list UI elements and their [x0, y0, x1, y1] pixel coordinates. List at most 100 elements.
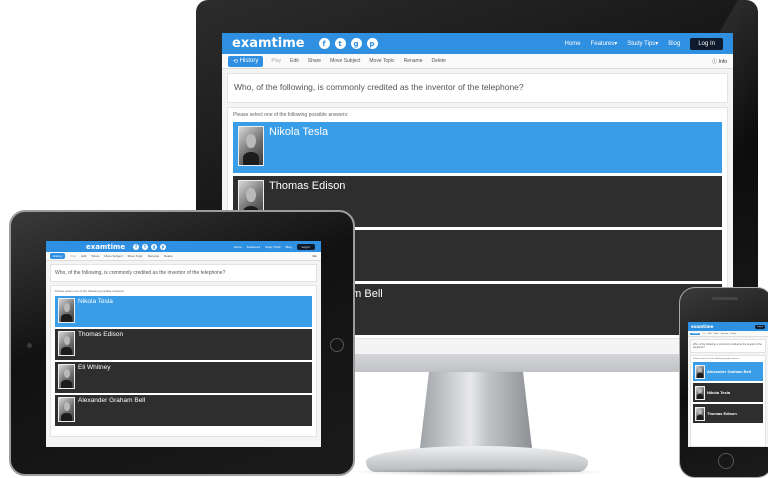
- answer-option-nikola-tesla[interactable]: Nikola Tesla: [233, 122, 722, 173]
- answers-prompt: Please select one of the following possi…: [693, 358, 740, 360]
- tablet-camera: [27, 343, 32, 348]
- answer-label: Thomas Edison: [78, 331, 124, 338]
- monitor-shadow: [350, 468, 610, 476]
- delete-button[interactable]: Delete: [431, 58, 445, 64]
- rename-button[interactable]: Rename: [404, 58, 423, 64]
- edit-button[interactable]: Edit: [708, 333, 711, 335]
- info-button[interactable]: Info: [312, 254, 317, 258]
- question-text: Who, of the following, is commonly credi…: [227, 73, 728, 103]
- answer-label: Thomas Edison: [269, 180, 346, 192]
- google-plus-icon[interactable]: g: [151, 243, 158, 250]
- twitter-icon[interactable]: t: [142, 243, 149, 250]
- play-button[interactable]: Play: [702, 333, 706, 335]
- edit-button[interactable]: Edit: [81, 254, 86, 258]
- examtime-logo[interactable]: examtime: [691, 324, 713, 329]
- pinterest-icon[interactable]: p: [160, 243, 167, 250]
- portrait-image: [695, 385, 705, 400]
- answer-option-thomas-edison[interactable]: Thomas Edison: [693, 404, 763, 423]
- portrait-image: [58, 397, 75, 422]
- top-nav: examtime f t g p Home Features▾ Study Ti…: [222, 33, 733, 54]
- login-button[interactable]: Log In: [755, 324, 765, 329]
- google-plus-icon[interactable]: g: [350, 38, 362, 49]
- portrait-image: [695, 406, 705, 421]
- history-label: History: [53, 254, 63, 258]
- social-links: f t g p: [133, 243, 169, 250]
- history-button[interactable]: ⟲ History: [228, 55, 264, 67]
- history-label: History: [239, 58, 259, 64]
- answer-option-alexander-graham-bell[interactable]: Alexander Graham Bell: [693, 362, 763, 381]
- login-button[interactable]: Log In: [296, 243, 315, 250]
- delete-button[interactable]: Delete: [730, 333, 736, 335]
- nav-link-blog[interactable]: Blog: [668, 41, 680, 47]
- pinterest-icon[interactable]: p: [366, 38, 378, 49]
- info-label: Info: [718, 58, 727, 65]
- share-button[interactable]: Share: [308, 58, 321, 64]
- edit-button[interactable]: Edit: [290, 58, 299, 64]
- facebook-icon[interactable]: f: [318, 38, 330, 49]
- login-button[interactable]: Log In: [690, 37, 723, 50]
- move-subject-button[interactable]: Move Subject: [104, 254, 122, 258]
- phone-screen: examtime Log In History Play Edit Share …: [688, 322, 768, 447]
- monitor-stand-neck: [420, 372, 532, 448]
- phone-home-button[interactable]: [718, 453, 734, 469]
- question-text: Who, of the following, is commonly credi…: [50, 264, 317, 282]
- share-button[interactable]: Share: [714, 333, 719, 335]
- portrait-image: [695, 364, 705, 379]
- answer-option-nikola-tesla[interactable]: Nikola Tesla: [693, 383, 763, 402]
- quiz-toolbar: ⟲ History Play Edit Share Move Subject M…: [222, 54, 733, 69]
- answers-prompt: Please select one of the following possi…: [55, 289, 125, 293]
- move-subject-button[interactable]: Move Subject: [330, 58, 360, 64]
- play-button[interactable]: Play: [271, 58, 281, 64]
- history-button[interactable]: History: [50, 253, 66, 259]
- quiz-toolbar: History Play Edit Share Rename Delete: [688, 331, 768, 337]
- answer-label: Alexander Graham Bell: [707, 369, 752, 374]
- move-topic-button[interactable]: Move Topic: [128, 254, 143, 258]
- answers-panel: Please select one of the following possi…: [50, 285, 317, 437]
- nav-link-blog[interactable]: Blog: [286, 245, 292, 249]
- play-button[interactable]: Play: [70, 254, 76, 258]
- answer-option-nikola-tesla[interactable]: Nikola Tesla: [55, 296, 312, 327]
- info-icon: ⓘ: [712, 58, 718, 65]
- answer-label: Nikola Tesla: [269, 126, 329, 138]
- nav-link-home[interactable]: Home: [234, 245, 242, 249]
- answer-label: Eli Whitney: [78, 364, 111, 371]
- history-button[interactable]: History: [690, 332, 701, 335]
- answer-label: Thomas Edison: [707, 411, 737, 416]
- answer-option-thomas-edison[interactable]: Thomas Edison: [55, 329, 312, 360]
- answers-panel: Please select one of the following possi…: [690, 355, 766, 447]
- answer-option-eli-whitney[interactable]: Eli Whitney: [55, 362, 312, 393]
- share-button[interactable]: Share: [91, 254, 99, 258]
- answer-label: Alexander Graham Bell: [78, 397, 146, 404]
- examtime-logo[interactable]: examtime: [86, 243, 125, 251]
- facebook-icon[interactable]: f: [133, 243, 140, 250]
- answer-label: Nikola Tesla: [707, 390, 731, 395]
- tablet-home-button[interactable]: [330, 338, 344, 352]
- answer-label: Nikola Tesla: [78, 298, 113, 305]
- phone-speaker: [712, 297, 738, 300]
- nav-link-study-tips[interactable]: Study Tips▾: [265, 245, 281, 249]
- question-text: Who, of the following, is commonly credi…: [690, 339, 766, 353]
- social-links: f t g p: [318, 38, 383, 49]
- move-topic-button[interactable]: Move Topic: [369, 58, 394, 64]
- delete-button[interactable]: Delete: [164, 254, 173, 258]
- portrait-image: [58, 331, 75, 356]
- nav-links: Home Features▾ Study Tips▾ Blog Log In: [555, 37, 723, 50]
- info-button[interactable]: ⓘ Info: [712, 58, 727, 65]
- top-nav: examtime f t g p Home Features▾ Study Ti…: [46, 241, 321, 252]
- nav-link-home[interactable]: Home: [565, 41, 581, 47]
- answers-prompt: Please select one of the following possi…: [233, 112, 349, 118]
- history-icon: ⟲: [233, 58, 240, 65]
- portrait-image: [58, 298, 75, 323]
- tablet-screen: examtime f t g p Home Features▾ Study Ti…: [46, 241, 321, 447]
- nav-link-features[interactable]: Features▾: [247, 245, 260, 249]
- quiz-toolbar: History Play Edit Share Move Subject Mov…: [46, 252, 321, 261]
- nav-link-features[interactable]: Features▾: [591, 40, 618, 47]
- portrait-image: [58, 364, 75, 389]
- examtime-logo[interactable]: examtime: [232, 36, 305, 51]
- nav-link-study-tips[interactable]: Study Tips▾: [627, 40, 658, 47]
- twitter-icon[interactable]: t: [334, 38, 346, 49]
- nav-links: Home Features▾ Study Tips▾ Blog Log In: [229, 243, 315, 250]
- rename-button[interactable]: Rename: [721, 333, 729, 335]
- rename-button[interactable]: Rename: [148, 254, 159, 258]
- answer-option-alexander-graham-bell[interactable]: Alexander Graham Bell: [55, 395, 312, 426]
